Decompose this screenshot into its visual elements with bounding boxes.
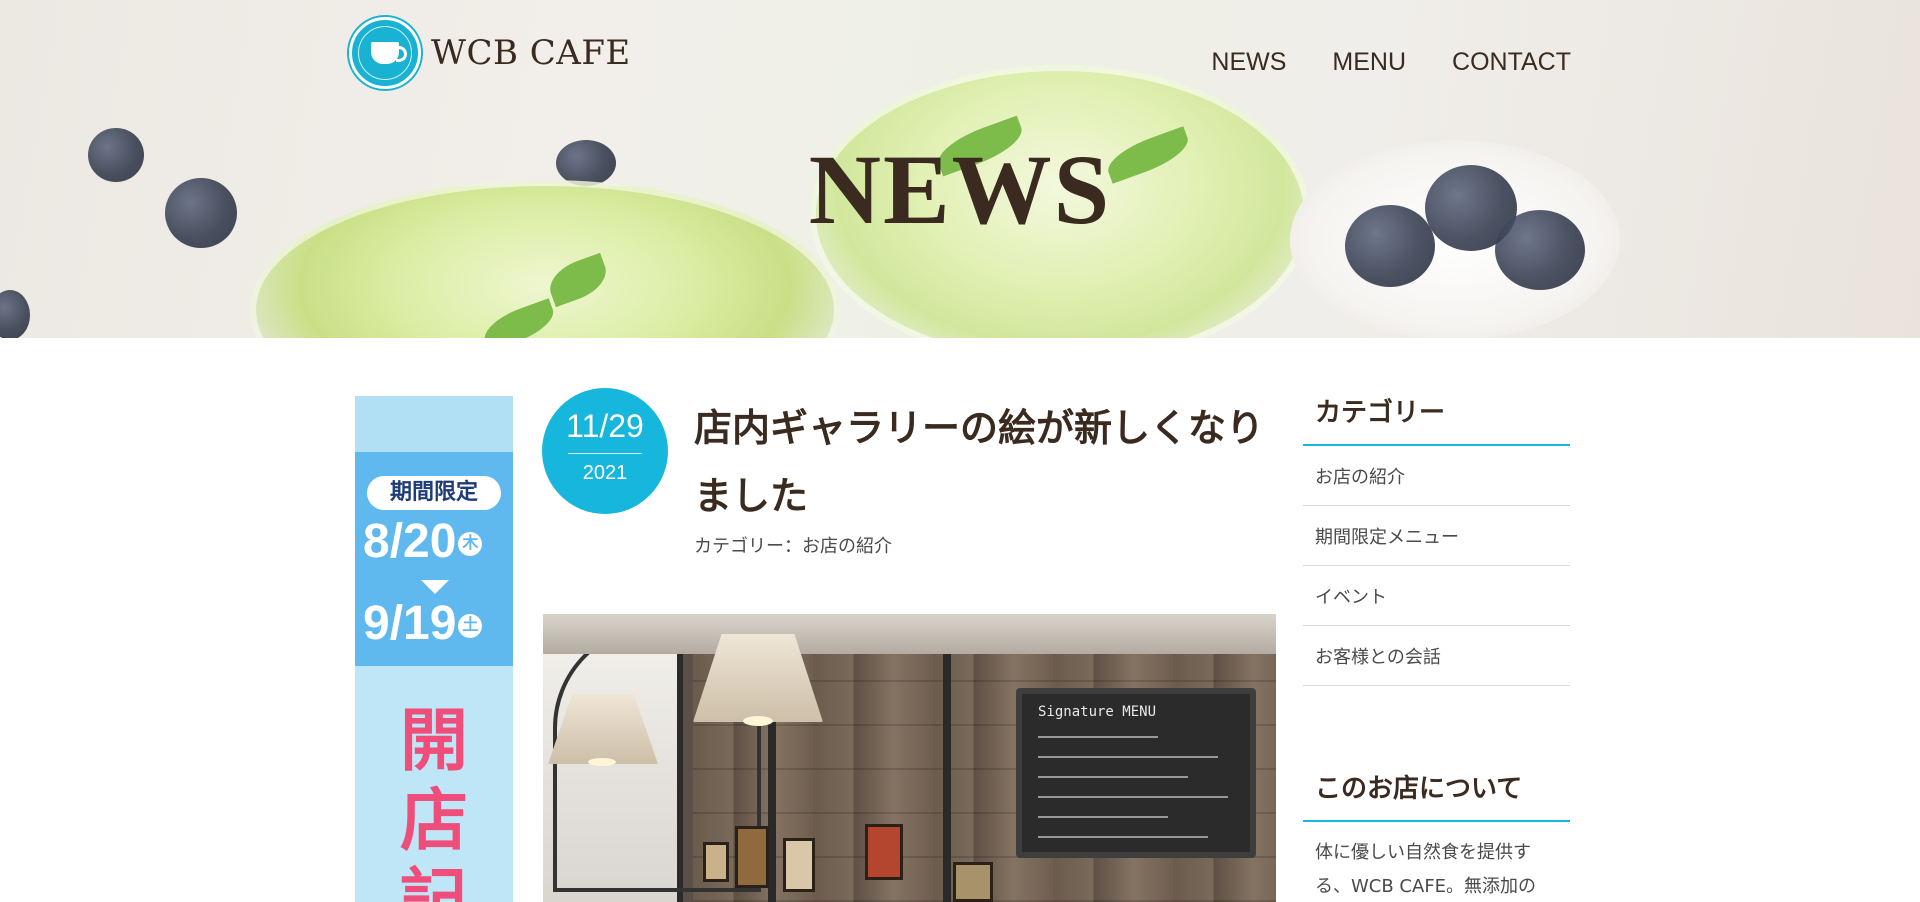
lamp-glow <box>743 716 773 726</box>
gallery-painting <box>953 862 993 902</box>
gallery-painting <box>783 838 815 892</box>
banner-end-date: 9/19 土 <box>363 596 513 651</box>
blueberry-decoration <box>0 290 30 338</box>
pillar <box>943 654 951 902</box>
banner-vertical-char: 記 <box>399 862 468 902</box>
gallery-painting <box>703 842 729 882</box>
nav-news-link[interactable]: NEWS <box>1211 48 1286 77</box>
gallery-painting <box>735 826 769 888</box>
limited-time-tag: 期間限定 <box>367 476 501 510</box>
banner-vertical-char: 店 <box>399 782 468 861</box>
post-category[interactable]: カテゴリー：お店の紹介 <box>694 532 892 558</box>
ceiling <box>543 614 1276 654</box>
about-heading: このお店について <box>1315 774 1523 804</box>
banner-top-strip <box>355 396 513 452</box>
about-underline <box>1303 820 1570 822</box>
cafe-logo-icon <box>349 17 421 89</box>
lamp-glow <box>588 758 616 766</box>
category-item-limited-menu[interactable]: 期間限定メニュー <box>1303 506 1570 566</box>
banner-vertical-text: 開店記 <box>355 702 513 902</box>
nav-contact-link[interactable]: CONTACT <box>1452 48 1571 77</box>
about-text: 体に優しい自然食を提供する、WCB CAFE。無添加の <box>1315 842 1537 897</box>
categories-heading: カテゴリー <box>1315 398 1446 428</box>
arrow-down-icon <box>421 580 449 594</box>
category-item-shop-intro[interactable]: お店の紹介 <box>1303 446 1570 506</box>
chalkboard-menu: Signature MENU <box>1016 688 1256 858</box>
promo-banner[interactable]: 期間限定 8/20 木 9/19 土 開店記 <box>355 396 513 902</box>
post-date-badge: 11/29 2021 <box>542 388 668 514</box>
category-item-events[interactable]: イベント <box>1303 566 1570 626</box>
banner-vertical-char: 開 <box>399 702 468 781</box>
gallery-painting <box>865 824 903 880</box>
post-date-year: 2021 <box>582 462 628 484</box>
category-item-customer-talk[interactable]: お客様との会話 <box>1303 626 1570 686</box>
banner-start-date: 8/20 木 <box>363 514 513 569</box>
page-title: NEWS <box>808 134 1112 245</box>
start-dow-badge: 木 <box>458 532 483 557</box>
nav-menu-link[interactable]: MENU <box>1332 48 1406 77</box>
main-nav: NEWS MENU CONTACT <box>1211 48 1571 77</box>
logo-text: WCB CAFE <box>431 33 631 73</box>
hero-banner: WCB CAFE NEWS MENU CONTACT NEWS <box>0 0 1920 338</box>
site-logo[interactable]: WCB CAFE <box>349 17 631 89</box>
category-list: お店の紹介 期間限定メニュー イベント お客様との会話 <box>1303 446 1570 686</box>
post-image: Signature MENU <box>543 614 1276 902</box>
post-title: 店内ギャラリーの絵が新しくなりました <box>694 405 1265 518</box>
chalkboard-title: Signature MENU <box>1038 704 1157 720</box>
end-dow-badge: 土 <box>458 614 483 639</box>
banner-date-block: 期間限定 8/20 木 9/19 土 <box>355 452 513 666</box>
post-date-month-day: 11/29 <box>566 408 644 444</box>
